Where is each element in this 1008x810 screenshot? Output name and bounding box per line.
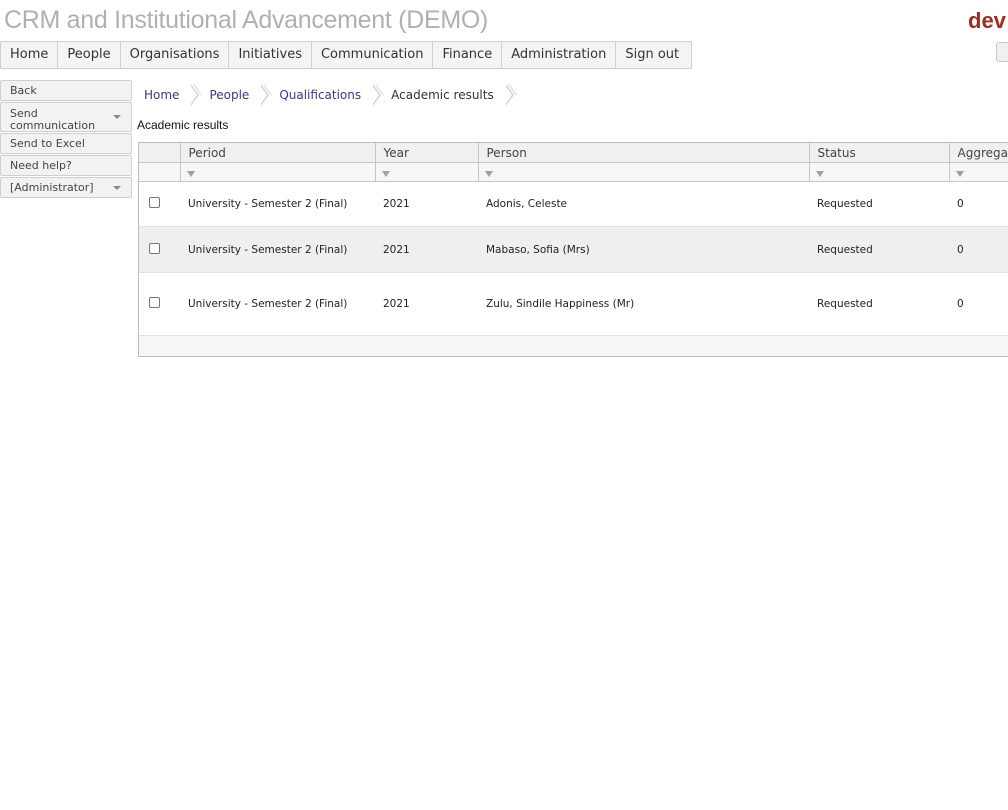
need-help-button[interactable]: Need help? bbox=[0, 155, 132, 176]
cell-status: Requested bbox=[809, 272, 949, 336]
breadcrumb: Home People Qualifications Academic resu… bbox=[138, 84, 518, 106]
send-communication-label: Send communication bbox=[10, 107, 96, 132]
main-navigation: Home People Organisations Initiatives Co… bbox=[0, 41, 693, 69]
filter-icon[interactable] bbox=[815, 171, 824, 177]
administrator-label: [Administrator] bbox=[10, 181, 94, 194]
breadcrumb-separator-icon bbox=[372, 84, 382, 106]
sidebar: Back Send communication Send to Excel Ne… bbox=[0, 80, 132, 199]
nav-people[interactable]: People bbox=[58, 42, 121, 68]
cell-period: University - Semester 2 (Final) bbox=[180, 181, 375, 227]
filter-cell-period bbox=[180, 162, 376, 182]
row-select-cell bbox=[139, 181, 180, 227]
nav-sign-out[interactable]: Sign out bbox=[616, 42, 691, 68]
cell-period: University - Semester 2 (Final) bbox=[180, 226, 375, 273]
row-checkbox[interactable] bbox=[149, 197, 160, 208]
header-action-button[interactable] bbox=[996, 42, 1008, 62]
cell-person: Mabaso, Sofia (Mrs) bbox=[478, 226, 809, 273]
send-communication-button[interactable]: Send communication bbox=[0, 102, 132, 132]
cell-aggregate: 0 bbox=[949, 181, 1008, 227]
filter-cell bbox=[139, 162, 181, 182]
table-row[interactable]: University - Semester 2 (Final) 2021 Mab… bbox=[139, 226, 1008, 273]
nav-initiatives[interactable]: Initiatives bbox=[229, 42, 312, 68]
cell-aggregate: 0 bbox=[949, 272, 1008, 336]
cell-period: University - Semester 2 (Final) bbox=[180, 272, 375, 336]
filter-cell-status bbox=[809, 162, 950, 182]
filter-icon[interactable] bbox=[955, 171, 964, 177]
administrator-menu-button[interactable]: [Administrator] bbox=[0, 177, 132, 198]
cell-status: Requested bbox=[809, 226, 949, 273]
row-select-cell bbox=[139, 272, 180, 336]
column-header-person[interactable]: Person bbox=[478, 143, 810, 163]
table-row[interactable]: University - Semester 2 (Final) 2021 Ado… bbox=[139, 181, 1008, 227]
nav-finance[interactable]: Finance bbox=[433, 42, 503, 68]
row-checkbox[interactable] bbox=[149, 297, 160, 308]
filter-cell-person bbox=[478, 162, 810, 182]
nav-administration[interactable]: Administration bbox=[502, 42, 617, 68]
page-title: Academic results bbox=[137, 118, 229, 132]
row-select-cell bbox=[139, 226, 180, 273]
breadcrumb-separator-icon bbox=[190, 84, 200, 106]
cell-year: 2021 bbox=[375, 226, 478, 273]
nav-home[interactable]: Home bbox=[1, 42, 59, 68]
column-header-year[interactable]: Year bbox=[375, 143, 479, 163]
row-checkbox[interactable] bbox=[149, 242, 160, 254]
table-row[interactable]: University - Semester 2 (Final) 2021 Zul… bbox=[139, 272, 1008, 336]
breadcrumb-current: Academic results bbox=[385, 84, 500, 106]
nav-organisations[interactable]: Organisations bbox=[121, 42, 230, 68]
filter-cell-year bbox=[375, 162, 479, 182]
filter-cell-aggregate bbox=[949, 162, 1008, 182]
breadcrumb-people[interactable]: People bbox=[203, 84, 256, 106]
cell-aggregate: 0 bbox=[949, 226, 1008, 273]
back-button[interactable]: Back bbox=[0, 80, 132, 101]
need-help-label: Need help? bbox=[10, 159, 72, 172]
filter-icon[interactable] bbox=[186, 171, 195, 177]
filter-icon[interactable] bbox=[484, 171, 493, 177]
column-header-period[interactable]: Period bbox=[180, 143, 376, 163]
send-to-excel-label: Send to Excel bbox=[10, 137, 85, 150]
breadcrumb-home[interactable]: Home bbox=[138, 84, 186, 106]
nav-communication[interactable]: Communication bbox=[312, 42, 434, 68]
select-column-header bbox=[139, 143, 181, 163]
results-grid: Period Year Person Status Aggregate Univ… bbox=[138, 142, 1008, 357]
chevron-down-icon bbox=[113, 115, 121, 119]
breadcrumb-qualifications[interactable]: Qualifications bbox=[273, 84, 368, 106]
app-title: CRM and Institutional Advancement (DEMO) bbox=[4, 6, 489, 34]
cell-person: Zulu, Sindile Happiness (Mr) bbox=[478, 272, 809, 336]
back-label: Back bbox=[10, 84, 37, 97]
column-header-status[interactable]: Status bbox=[809, 143, 950, 163]
column-header-aggregate[interactable]: Aggregate bbox=[949, 143, 1008, 163]
cell-year: 2021 bbox=[375, 181, 478, 227]
chevron-down-icon bbox=[113, 185, 121, 190]
send-to-excel-button[interactable]: Send to Excel bbox=[0, 133, 132, 154]
cell-person: Adonis, Celeste bbox=[478, 181, 809, 227]
breadcrumb-separator-icon bbox=[504, 84, 514, 106]
cell-status: Requested bbox=[809, 181, 949, 227]
filter-icon[interactable] bbox=[381, 171, 390, 177]
breadcrumb-separator-icon bbox=[260, 84, 270, 106]
cell-year: 2021 bbox=[375, 272, 478, 336]
brand-logo: dev bbox=[968, 8, 1006, 33]
